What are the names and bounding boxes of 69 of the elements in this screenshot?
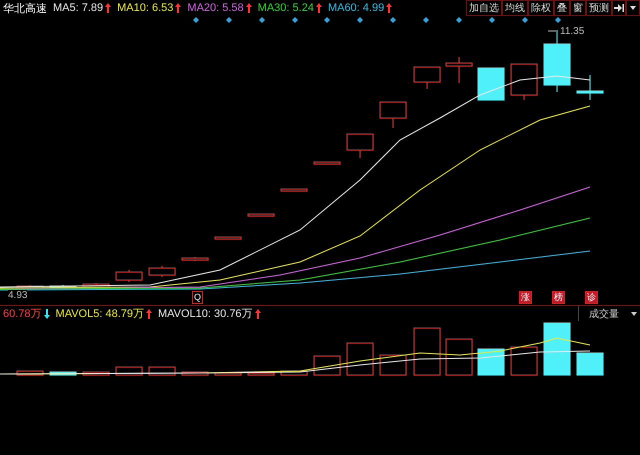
volume-bar [248,372,274,376]
diamond-marker-icon [390,17,396,23]
leader-line [548,30,556,32]
candlestick [346,134,374,158]
candlestick [248,214,274,216]
volume-indicator-value: MAVOL5: 48.79万 [56,306,152,321]
event-badge[interactable]: 榜 [552,291,565,304]
toolbar-button[interactable]: 窗 [570,0,586,16]
diamond-marker-icon [357,17,363,23]
candlestick [314,162,340,164]
moving-average-value: MA20: 5.58 [187,2,252,14]
moving-average-value: MA5: 7.89 [53,2,112,14]
candlestick [380,102,406,128]
candlestick [478,68,504,100]
diamond-marker-icon [324,17,330,23]
candlestick [82,282,110,290]
candlestick [116,270,142,282]
candlestick [576,74,604,100]
volume-bar [16,370,44,376]
candlestick [280,188,308,192]
candlestick [214,236,242,240]
volume-bar [446,338,472,376]
event-badge[interactable]: 诊 [585,291,598,304]
toolbar-button[interactable]: 加自选 [466,0,502,16]
volume-bar [478,348,504,376]
moving-average-value: MA10: 6.53 [117,2,182,14]
volume-indicator-value: 60.78万 [3,306,50,321]
dropdown-button[interactable] [626,0,640,16]
diamond-marker-icon [226,17,232,23]
sidebar-toggle-button[interactable] [612,0,626,16]
volume-bar [50,372,76,376]
candlestick [446,56,472,84]
low-price-label: 4.93 [8,290,28,301]
toolbar-button[interactable]: 除权 [528,0,554,16]
candlestick [148,266,176,278]
indicator-dropdown[interactable]: 成交量 [578,306,640,321]
candlestick [182,256,208,262]
volume-bar [414,328,440,376]
diamond-marker-icon [423,17,429,23]
volume-bar [280,370,308,376]
volume-bar [182,372,208,376]
volume-indicator-value: MAVOL10: 30.76万 [158,306,261,321]
candlestick [50,284,76,290]
volume-bar [214,372,242,376]
stock-name: 华北高速 [3,2,47,16]
moving-average-value: MA60: 4.99 [328,2,392,14]
candlestick [510,64,538,100]
volume-bar [544,322,570,376]
high-price-label: 11.35 [560,26,584,37]
event-badge[interactable]: Q [192,291,204,304]
volume-bar [82,372,110,376]
arrow-to-bar-icon [614,4,624,12]
diamond-marker-icon [259,17,265,23]
caret-icon [630,6,636,10]
moving-average-value: MA30: 5.24 [258,2,322,14]
volume-bar [380,354,406,376]
toolbar-button[interactable]: 叠 [554,0,570,16]
volume-bar [510,346,538,376]
diamond-marker-icon [193,17,199,23]
diamond-marker-icon [292,17,298,23]
volume-bar [346,342,374,376]
volume-bar [314,356,340,376]
toolbar-button[interactable]: 预测 [586,0,612,16]
toolbar-button[interactable]: 均线 [502,0,528,16]
diamond-marker-icon [456,17,462,23]
volume-bar [576,352,604,376]
caret-icon [631,312,637,316]
candlestick [414,66,440,90]
event-badge[interactable]: 涨 [519,291,532,304]
